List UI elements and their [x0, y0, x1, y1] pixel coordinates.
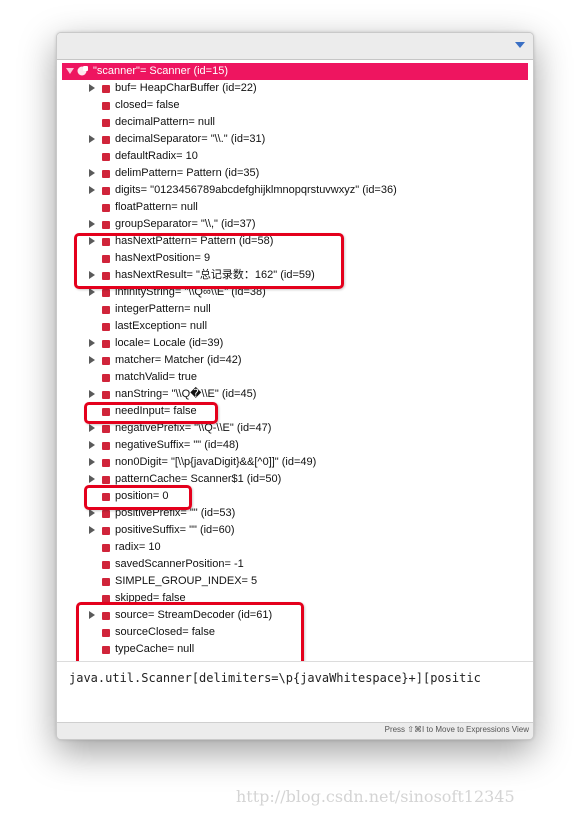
expand-triangle-icon[interactable] — [87, 352, 97, 369]
variable-label: SIMPLE_GROUP_INDEX= 5 — [115, 575, 258, 587]
field-icon — [102, 170, 110, 178]
tree-row-scanner[interactable]: "scanner"= Scanner (id=15) — [62, 63, 528, 80]
variable-label: negativeSuffix= "" (id=48) — [115, 439, 239, 451]
field-icon — [102, 119, 110, 127]
field-icon — [102, 442, 110, 450]
field-icon — [102, 459, 110, 467]
field-icon — [102, 476, 110, 484]
tree-row-variable[interactable]: defaultRadix= 10 — [57, 148, 533, 165]
field-icon — [102, 306, 110, 314]
highlight-box-needinput — [84, 402, 218, 424]
watermark: http://blog.csdn.net/sinosoft12345 — [236, 787, 515, 806]
tree-row-variable[interactable]: positiveSuffix= "" (id=60) — [57, 522, 533, 539]
field-icon — [102, 204, 110, 212]
expand-triangle-icon[interactable] — [87, 454, 97, 471]
variable-label: digits= "0123456789abcdefghijklmnopqrstu… — [115, 184, 397, 196]
expand-triangle-icon[interactable] — [87, 216, 97, 233]
variable-label: integerPattern= null — [115, 303, 211, 315]
expand-triangle-icon[interactable] — [87, 80, 97, 97]
local-variable-icon — [77, 65, 89, 77]
root-variable-label: "scanner"= Scanner (id=15) — [93, 65, 228, 77]
field-icon — [102, 85, 110, 93]
tree-row-variable[interactable]: digits= "0123456789abcdefghijklmnopqrstu… — [57, 182, 533, 199]
variable-label: non0Digit= "[\\p{javaDigit}&&[^0]]" (id=… — [115, 456, 317, 468]
tree-row-variable[interactable]: floatPattern= null — [57, 199, 533, 216]
tree-row-variable[interactable]: SIMPLE_GROUP_INDEX= 5 — [57, 573, 533, 590]
tree-row-variable[interactable]: integerPattern= null — [57, 301, 533, 318]
field-icon — [102, 391, 110, 399]
variables-tree: "scanner"= Scanner (id=15) buf= HeapChar… — [57, 63, 533, 663]
variable-label: decimalSeparator= "\\." (id=31) — [115, 133, 266, 145]
field-icon — [102, 340, 110, 348]
view-menu-button[interactable] — [514, 40, 528, 52]
tree-row-variable[interactable]: matchValid= true — [57, 369, 533, 386]
variable-label: nanString= "\\Q�\\E" (id=45) — [115, 388, 257, 400]
expand-triangle-icon[interactable] — [87, 131, 97, 148]
variable-label: defaultRadix= 10 — [115, 150, 198, 162]
field-icon — [102, 578, 110, 586]
highlight-box-source — [76, 602, 304, 666]
variable-label: matcher= Matcher (id=42) — [115, 354, 242, 366]
field-icon — [102, 221, 110, 229]
status-hint: Press ⇧⌘I to Move to Expressions View — [384, 725, 529, 734]
field-icon — [102, 561, 110, 569]
tree-row-variable[interactable]: groupSeparator= "\\," (id=37) — [57, 216, 533, 233]
field-icon — [102, 357, 110, 365]
tree-row-variable[interactable]: lastException= null — [57, 318, 533, 335]
field-icon — [102, 510, 110, 518]
tree-row-variable[interactable]: negativeSuffix= "" (id=48) — [57, 437, 533, 454]
variable-label: lastException= null — [115, 320, 208, 332]
tree-row-variable[interactable]: closed= false — [57, 97, 533, 114]
variable-label: buf= HeapCharBuffer (id=22) — [115, 82, 257, 94]
collapse-triangle-icon[interactable] — [65, 63, 75, 80]
expand-triangle-icon[interactable] — [87, 386, 97, 403]
variable-label: locale= Locale (id=39) — [115, 337, 224, 349]
tree-row-variable[interactable]: decimalSeparator= "\\." (id=31) — [57, 131, 533, 148]
status-bar: Press ⇧⌘I to Move to Expressions View — [57, 722, 533, 739]
variable-label: savedScannerPosition= -1 — [115, 558, 244, 570]
tree-row-variable[interactable]: non0Digit= "[\\p{javaDigit}&&[^0]]" (id=… — [57, 454, 533, 471]
variables-panel: "scanner"= Scanner (id=15) buf= HeapChar… — [56, 32, 534, 740]
field-icon — [102, 187, 110, 195]
field-icon — [102, 136, 110, 144]
field-icon — [102, 102, 110, 110]
panel-toolbar — [57, 33, 533, 60]
chevron-down-icon — [514, 40, 528, 50]
variable-label: positiveSuffix= "" (id=60) — [115, 524, 235, 536]
variable-label: matchValid= true — [115, 371, 198, 383]
tree-row-variable[interactable]: nanString= "\\Q�\\E" (id=45) — [57, 386, 533, 403]
tree-row-variable[interactable]: locale= Locale (id=39) — [57, 335, 533, 352]
expand-triangle-icon[interactable] — [87, 182, 97, 199]
field-icon — [102, 323, 110, 331]
expand-triangle-icon[interactable] — [87, 522, 97, 539]
tree-row-variable[interactable]: decimalPattern= null — [57, 114, 533, 131]
field-icon — [102, 153, 110, 161]
variable-label: decimalPattern= null — [115, 116, 215, 128]
highlight-box-position — [84, 485, 192, 510]
detail-text: java.util.Scanner[delimiters=\p{javaWhit… — [69, 671, 481, 685]
tree-row-variable[interactable]: savedScannerPosition= -1 — [57, 556, 533, 573]
tree-row-variable[interactable]: matcher= Matcher (id=42) — [57, 352, 533, 369]
expand-triangle-icon[interactable] — [87, 437, 97, 454]
tree-row-variable[interactable]: radix= 10 — [57, 539, 533, 556]
variable-label: closed= false — [115, 99, 180, 111]
detail-pane[interactable]: java.util.Scanner[delimiters=\p{javaWhit… — [57, 661, 533, 722]
field-icon — [102, 374, 110, 382]
variable-label: groupSeparator= "\\," (id=37) — [115, 218, 256, 230]
highlight-box-hasnext — [74, 233, 344, 289]
field-icon — [102, 425, 110, 433]
variable-label: radix= 10 — [115, 541, 161, 553]
field-icon — [102, 544, 110, 552]
variable-label: delimPattern= Pattern (id=35) — [115, 167, 260, 179]
field-icon — [102, 527, 110, 535]
tree-row-variable[interactable]: buf= HeapCharBuffer (id=22) — [57, 80, 533, 97]
tree-row-variable[interactable]: delimPattern= Pattern (id=35) — [57, 165, 533, 182]
variable-label: floatPattern= null — [115, 201, 198, 213]
expand-triangle-icon[interactable] — [87, 165, 97, 182]
expand-triangle-icon[interactable] — [87, 335, 97, 352]
field-icon — [102, 289, 110, 297]
